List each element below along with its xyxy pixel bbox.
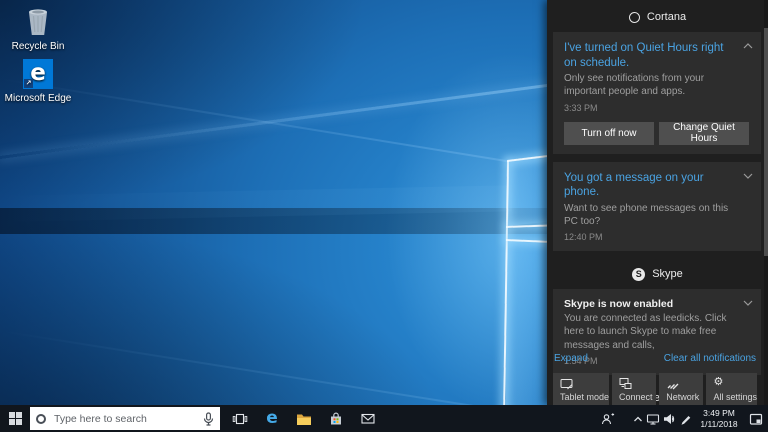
notification-title: I've turned on Quiet Hours right on sche… — [564, 41, 736, 70]
network-icon — [666, 377, 703, 390]
cortana-ring-icon — [629, 12, 640, 23]
taskbar-search[interactable] — [30, 407, 220, 430]
system-tray: 3:49 PM 1/11/2018 — [598, 405, 768, 432]
notification-time: 3:33 PM — [564, 103, 749, 113]
file-explorer-icon — [296, 412, 312, 426]
windows-logo-pane — [508, 156, 548, 226]
shortcut-arrow-icon: ↗ — [24, 79, 33, 88]
action-center-footer: Expand Clear all notifications Tablet mo… — [547, 353, 764, 405]
notification-time: 12:40 PM — [564, 232, 749, 242]
section-header-label: Cortana — [647, 11, 686, 23]
desktop-icon-label: Recycle Bin — [2, 41, 74, 53]
clock-time: 3:49 PM — [696, 408, 742, 419]
cortana-section-header[interactable]: Cortana — [547, 2, 768, 32]
volume-button[interactable] — [662, 405, 678, 432]
search-input[interactable] — [52, 412, 197, 426]
task-view-button[interactable] — [224, 405, 256, 432]
quick-action-connect[interactable]: Connect — [612, 373, 656, 405]
section-header-label: Skype — [652, 268, 683, 280]
notification-title: You got a message on your phone. — [564, 171, 736, 200]
scrollbar-thumb[interactable] — [764, 28, 768, 256]
quick-action-network[interactable]: Network — [659, 373, 703, 405]
change-quiet-hours-button[interactable]: Change Quiet Hours — [659, 122, 749, 145]
connect-icon — [619, 377, 656, 390]
notification-body: You are connected as leedicks. Click her… — [564, 312, 743, 352]
desktop-icon-recycle-bin[interactable]: Recycle Bin — [2, 6, 74, 53]
skype-icon: S — [632, 268, 645, 281]
people-button[interactable] — [598, 405, 618, 432]
skype-section-header[interactable]: S Skype — [547, 259, 768, 289]
quick-action-tablet-mode[interactable]: Tablet mode — [553, 373, 609, 405]
cortana-search-icon — [36, 414, 46, 424]
network-tray-button[interactable] — [646, 405, 662, 432]
hidden-icons-button[interactable] — [630, 405, 646, 432]
taskbar-edge-button[interactable]: e — [256, 405, 288, 432]
clear-all-notifications-link[interactable]: Clear all notifications — [664, 353, 756, 364]
clock-date: 1/11/2018 — [696, 419, 742, 430]
quick-actions: Tablet mode Connect Network ⚙ All settin… — [553, 373, 757, 405]
windows-logo-pane — [506, 241, 550, 405]
store-icon — [328, 411, 344, 426]
recycle-bin-icon — [2, 6, 74, 38]
quick-action-label: All settings — [713, 392, 757, 402]
windows-ink-button[interactable] — [678, 405, 694, 432]
scrollbar-track — [764, 0, 768, 405]
action-center-icon — [748, 411, 764, 427]
notification-body: Want to see phone messages on this PC to… — [564, 202, 743, 228]
notification-phone-message[interactable]: You got a message on your phone. Want to… — [553, 162, 761, 252]
taskbar-mail-button[interactable] — [352, 405, 384, 432]
notification-body: Only see notifications from your importa… — [564, 72, 743, 98]
chevron-up-icon[interactable] — [743, 43, 753, 49]
tablet-mode-icon — [560, 377, 609, 390]
chevron-down-icon[interactable] — [743, 300, 753, 306]
quick-action-all-settings[interactable]: ⚙ All settings — [706, 373, 757, 405]
edge-icon: e↗ — [2, 58, 74, 90]
action-center-panel: Cortana I've turned on Quiet Hours right… — [547, 0, 768, 405]
people-icon — [600, 411, 616, 427]
taskbar-file-explorer-button[interactable] — [288, 405, 320, 432]
desktop-icon-microsoft-edge[interactable]: e↗ Microsoft Edge — [2, 58, 74, 105]
microphone-icon[interactable] — [203, 412, 214, 426]
start-button[interactable] — [0, 405, 30, 432]
volume-icon — [662, 411, 678, 427]
notification-quiet-hours[interactable]: I've turned on Quiet Hours right on sche… — [553, 32, 761, 154]
quick-action-label: Tablet mode — [560, 392, 609, 402]
desktop-icon-label: Microsoft Edge — [2, 93, 74, 105]
taskbar: e — [0, 405, 768, 432]
windows-ink-pen-icon — [679, 411, 693, 426]
notification-title: Skype is now enabled — [564, 298, 736, 310]
task-view-icon — [232, 411, 248, 427]
all-settings-gear-icon: ⚙ — [713, 377, 757, 390]
footer-links: Expand Clear all notifications — [554, 353, 756, 364]
chevron-down-icon[interactable] — [743, 173, 753, 179]
turn-off-now-button[interactable]: Turn off now — [564, 122, 654, 145]
taskbar-clock[interactable]: 3:49 PM 1/11/2018 — [696, 408, 742, 429]
quick-action-label: Network — [666, 392, 703, 402]
mail-icon — [360, 411, 376, 426]
taskbar-store-button[interactable] — [320, 405, 352, 432]
expand-link[interactable]: Expand — [554, 353, 588, 364]
edge-icon: e — [266, 408, 278, 428]
network-tray-icon — [646, 411, 662, 427]
notification-actions: Turn off now Change Quiet Hours — [564, 122, 749, 145]
action-center-button[interactable] — [744, 405, 768, 432]
quick-action-label: Connect — [619, 392, 656, 402]
hidden-icons-chevron-icon — [632, 413, 644, 425]
start-icon — [9, 412, 22, 425]
